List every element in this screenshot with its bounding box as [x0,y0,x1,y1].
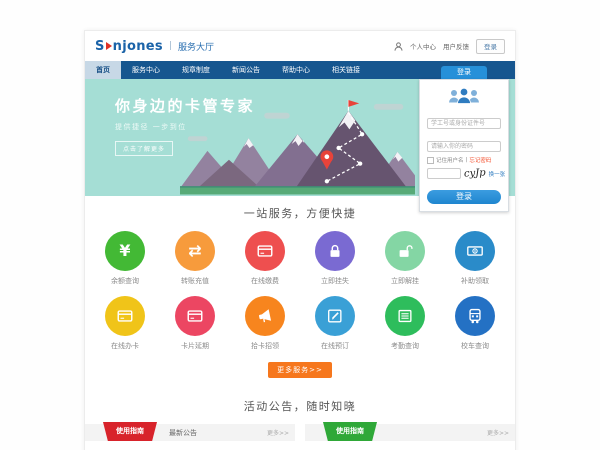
hero-banner: 你身边的卡管专家 提供捷径 一步到位 点击了解更多 [85,79,515,196]
card-icon [105,296,145,336]
header-login-button[interactable]: 登录 [476,39,505,54]
captcha-image[interactable]: cyJp [464,167,486,179]
service-online-booking[interactable]: 在线预订 [300,296,370,351]
service-school-bus[interactable]: 校车查询 [440,296,510,351]
logo-prefix: S [95,39,105,54]
announcement-panels: 使用指南 最新公告 更多>> 使用指南 更多>> [85,424,515,441]
captcha-input[interactable] [427,168,461,179]
guide-ribbon-green[interactable]: 使用指南 [323,422,377,441]
announcements-section: 活动公告，随时知晓 使用指南 最新公告 更多>> 使用指南 更多>> [85,390,515,450]
login-tab[interactable]: 登录 [441,66,487,79]
more-link-right[interactable]: 更多>> [487,428,509,437]
nav-item-news[interactable]: 新闻公告 [221,61,271,79]
login-panel: 登录 记住用户名 | 忘记密码 [419,66,509,212]
more-link-left[interactable]: 更多>> [267,428,289,437]
guide-ribbon-red[interactable]: 使用指南 [103,422,157,441]
card-icon [175,296,215,336]
announcement-panel-left: 使用指南 最新公告 更多>> [85,424,295,441]
latest-announcements-tab[interactable]: 最新公告 [169,428,197,438]
logo-suffix: njones [113,39,163,54]
service-lost-found[interactable]: 拾卡招领 [230,296,300,351]
bus-icon [455,296,495,336]
login-options-row: 记住用户名 | 忘记密码 [427,156,501,164]
flag-icon [348,100,359,107]
top-right-menu: 个人中心 用户反馈 登录 [394,39,505,54]
login-submit-button[interactable]: 登录 [427,190,501,204]
nav-item-rules[interactable]: 规章制度 [171,61,221,79]
services-grid: ¥ 余额查询 ⇄ 转账充值 在线缴费 立即挂失 [90,231,510,351]
change-captcha-link[interactable]: 换一张 [489,170,506,178]
user-center-link[interactable]: 个人中心 [410,41,436,51]
announcements-title: 活动公告，随时知晓 [85,398,515,414]
list-icon [385,296,425,336]
megaphone-icon [245,296,285,336]
nav-item-home[interactable]: 首页 [85,61,121,79]
account-input[interactable] [427,118,501,129]
users-icon [446,86,482,106]
announcement-panel-right: 使用指南 更多>> [305,424,515,441]
service-balance[interactable]: ¥ 余额查询 [90,231,160,286]
transfer-icon: ⇄ [175,231,215,271]
forgot-password-link[interactable]: 忘记密码 [469,156,491,164]
more-services-button[interactable]: 更多服务>> [268,362,332,378]
hero-text: 你身边的卡管专家 提供捷径 一步到位 点击了解更多 [115,95,255,156]
password-input[interactable] [427,141,501,152]
service-card-renewal[interactable]: 卡片延期 [160,296,230,351]
nav-item-links[interactable]: 相关链接 [321,61,371,79]
edit-icon [315,296,355,336]
card-icon [245,231,285,271]
site-name: 服务大厅 [178,40,214,53]
login-panel-body: 记住用户名 | 忘记密码 cyJp 换一张 登录 [419,79,509,212]
remember-label: 记住用户名 [436,156,464,164]
feedback-link[interactable]: 用户反馈 [443,41,469,51]
remember-checkbox[interactable] [427,157,434,164]
service-online-payment[interactable]: 在线缴费 [230,231,300,286]
service-transfer[interactable]: ⇄ 转账充值 [160,231,230,286]
nav-item-service-center[interactable]: 服务中心 [121,61,171,79]
lock-icon [315,231,355,271]
logo-divider: | [169,41,172,51]
service-apply-card[interactable]: 在线办卡 [90,296,160,351]
options-separator: | [466,157,468,163]
nav-item-help[interactable]: 帮助中心 [271,61,321,79]
captcha-row: cyJp 换一张 [427,168,501,179]
synjones-logo[interactable]: S njones | 服务大厅 [95,39,214,54]
service-unlock[interactable]: 立即解挂 [370,231,440,286]
service-report-loss[interactable]: 立即挂失 [300,231,370,286]
banknote-icon [455,231,495,271]
person-icon [394,42,403,51]
yen-icon: ¥ [105,231,145,271]
unlock-icon [385,231,425,271]
service-subsidy[interactable]: 补助领取 [440,231,510,286]
top-bar: S njones | 服务大厅 个人中心 用户反馈 登录 [85,31,515,61]
service-attendance[interactable]: 考勤查询 [370,296,440,351]
hero-subtitle: 提供捷径 一步到位 [115,122,255,132]
page: S njones | 服务大厅 个人中心 用户反馈 登录 首页 服务中心 规章制… [84,30,516,450]
logo-arrow-icon [106,42,112,50]
services-section: 一站服务，方便快捷 ¥ 余额查询 ⇄ 转账充值 在线缴费 立即挂失 [85,196,515,390]
hero-title: 你身边的卡管专家 [115,95,255,116]
hero-more-button[interactable]: 点击了解更多 [115,141,173,156]
